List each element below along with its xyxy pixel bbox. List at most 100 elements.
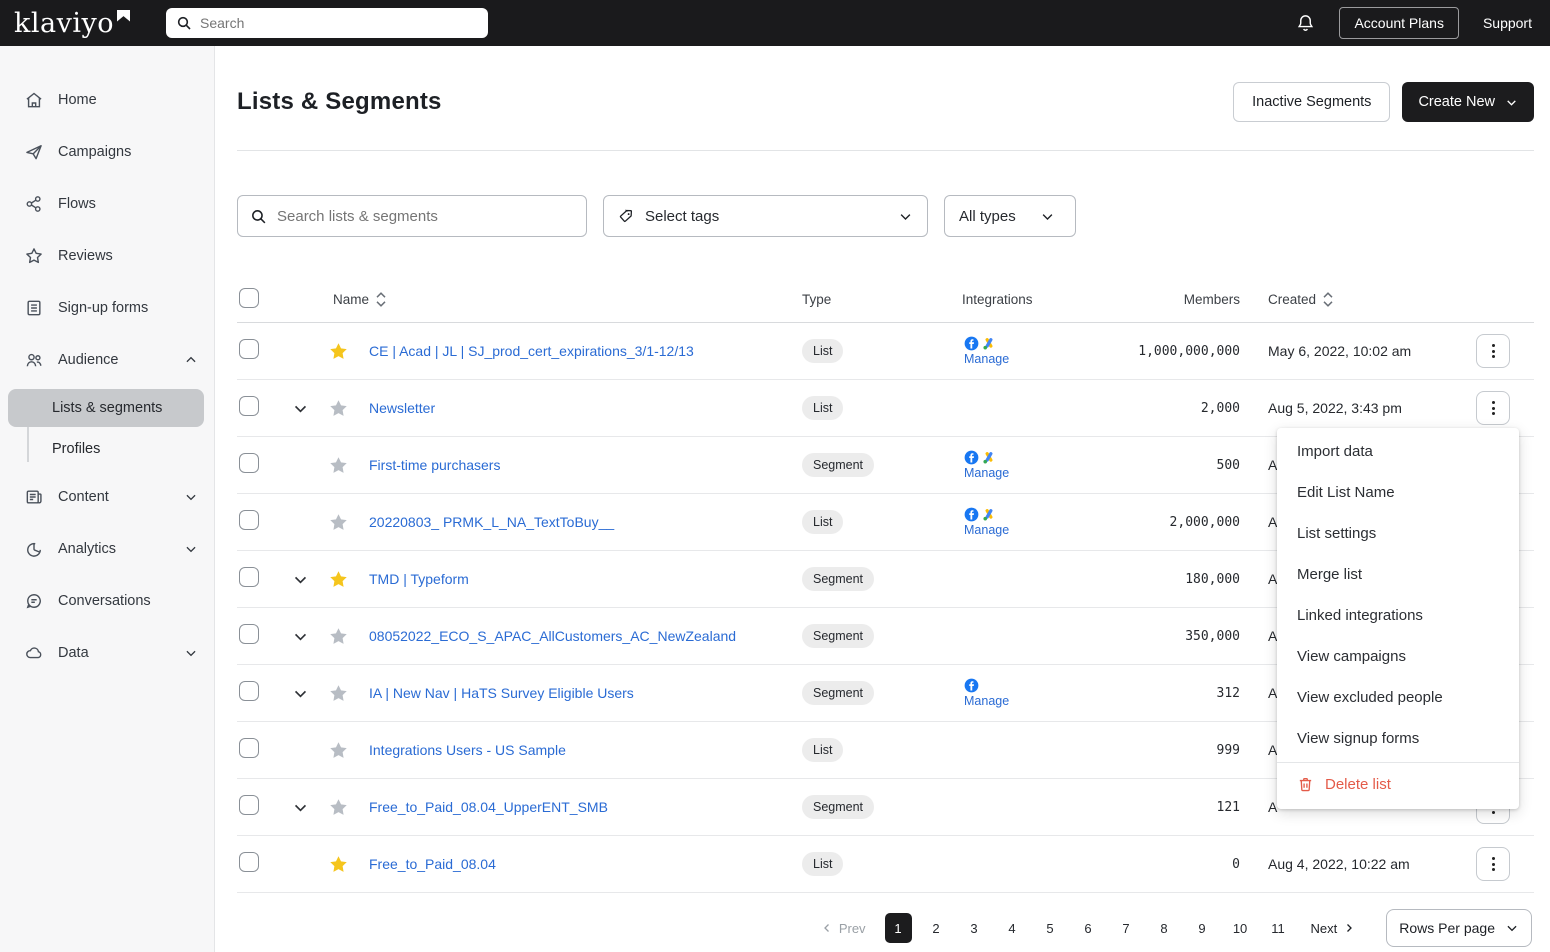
expand-chevron-icon[interactable]: [292, 799, 309, 816]
context-menu-items: Import dataEdit List NameList settingsMe…: [1277, 431, 1519, 759]
page-number-button[interactable]: 1: [885, 913, 912, 943]
page-number-button[interactable]: 2: [923, 913, 950, 943]
page-number-button[interactable]: 3: [961, 913, 988, 943]
context-menu-item[interactable]: List settings: [1277, 513, 1519, 554]
star-icon[interactable]: [328, 341, 349, 362]
list-name-link[interactable]: Free_to_Paid_08.04: [369, 856, 802, 872]
sort-icon[interactable]: [376, 292, 386, 307]
row-actions-kebab-button[interactable]: [1476, 391, 1510, 425]
select-all-checkbox[interactable]: [239, 288, 259, 308]
audience-subnav: Lists & segments Profiles: [0, 389, 214, 468]
sidebar-item-campaigns[interactable]: Campaigns: [0, 126, 214, 178]
sidebar-item-lists-segments[interactable]: Lists & segments: [8, 389, 204, 427]
support-link[interactable]: Support: [1483, 15, 1532, 31]
star-icon[interactable]: [328, 797, 349, 818]
sidebar-item-analytics[interactable]: Analytics: [0, 523, 214, 575]
context-menu-item[interactable]: Edit List Name: [1277, 472, 1519, 513]
page-number-button[interactable]: 4: [999, 913, 1026, 943]
page-number-button[interactable]: 10: [1227, 913, 1254, 943]
list-name-link[interactable]: Newsletter: [369, 400, 802, 416]
star-icon[interactable]: [328, 854, 349, 875]
list-name-link[interactable]: 20220803_ PRMK_L_NA_TextToBuy__: [369, 514, 802, 530]
row-checkbox[interactable]: [239, 567, 259, 587]
manage-integrations-link[interactable]: Manage: [964, 694, 1009, 708]
expand-chevron-icon[interactable]: [292, 400, 309, 417]
context-menu-item[interactable]: View signup forms: [1277, 718, 1519, 759]
row-checkbox[interactable]: [239, 510, 259, 530]
account-plans-button[interactable]: Account Plans: [1339, 7, 1459, 39]
star-icon[interactable]: [328, 455, 349, 476]
inactive-segments-button[interactable]: Inactive Segments: [1233, 82, 1390, 122]
list-name-link[interactable]: First-time purchasers: [369, 457, 802, 473]
column-header-name[interactable]: Name: [333, 292, 369, 307]
context-menu-item[interactable]: View excluded people: [1277, 677, 1519, 718]
sidebar-item-flows[interactable]: Flows: [0, 178, 214, 230]
page-number-button[interactable]: 5: [1037, 913, 1064, 943]
list-name-link[interactable]: TMD | Typeform: [369, 571, 802, 587]
star-icon[interactable]: [328, 569, 349, 590]
notifications-bell-icon[interactable]: [1296, 13, 1315, 33]
context-menu-item[interactable]: Import data: [1277, 431, 1519, 472]
column-header-created[interactable]: Created: [1268, 292, 1316, 307]
list-name-link[interactable]: 08052022_ECO_S_APAC_AllCustomers_AC_NewZ…: [369, 628, 802, 644]
expand-chevron-icon[interactable]: [292, 628, 309, 645]
star-icon[interactable]: [328, 512, 349, 533]
sidebar-item-home[interactable]: Home: [0, 74, 214, 126]
next-page-button[interactable]: Next: [1311, 921, 1356, 936]
list-name-link[interactable]: CE | Acad | JL | SJ_prod_cert_expiration…: [369, 343, 802, 359]
context-menu-item[interactable]: Linked integrations: [1277, 595, 1519, 636]
chevron-left-icon: [821, 922, 833, 934]
manage-integrations-link[interactable]: Manage: [964, 466, 1009, 480]
sidebar-item-reviews[interactable]: Reviews: [0, 230, 214, 282]
row-checkbox[interactable]: [239, 852, 259, 872]
create-new-button[interactable]: Create New: [1402, 82, 1534, 122]
global-search[interactable]: [166, 8, 488, 38]
row-checkbox[interactable]: [239, 795, 259, 815]
delete-list-menu-item[interactable]: Delete list: [1277, 762, 1519, 806]
sidebar-item-data[interactable]: Data: [0, 627, 214, 679]
star-icon[interactable]: [328, 626, 349, 647]
page-number-button[interactable]: 7: [1113, 913, 1140, 943]
row-checkbox[interactable]: [239, 339, 259, 359]
global-search-input[interactable]: [200, 15, 478, 31]
list-name-link[interactable]: Free_to_Paid_08.04_UpperENT_SMB: [369, 799, 802, 815]
row-checkbox[interactable]: [239, 624, 259, 644]
klaviyo-logo[interactable]: klaviyo: [14, 8, 130, 39]
data-cloud-icon: [24, 643, 44, 663]
row-checkbox[interactable]: [239, 396, 259, 416]
rows-per-page-dropdown[interactable]: Rows Per page: [1386, 909, 1532, 947]
page-number-button[interactable]: 8: [1151, 913, 1178, 943]
list-name-link[interactable]: IA | New Nav | HaTS Survey Eligible User…: [369, 685, 802, 701]
expand-chevron-icon[interactable]: [292, 685, 309, 702]
context-menu-item[interactable]: Merge list: [1277, 554, 1519, 595]
page-number-button[interactable]: 11: [1265, 913, 1292, 943]
star-icon[interactable]: [328, 398, 349, 419]
row-checkbox[interactable]: [239, 738, 259, 758]
star-icon[interactable]: [328, 683, 349, 704]
manage-integrations-link[interactable]: Manage: [964, 523, 1009, 537]
page-number-button[interactable]: 9: [1189, 913, 1216, 943]
all-types-dropdown[interactable]: All types: [944, 195, 1076, 237]
sort-icon[interactable]: [1323, 292, 1333, 307]
list-name-link[interactable]: Integrations Users - US Sample: [369, 742, 802, 758]
page-number-button[interactable]: 6: [1075, 913, 1102, 943]
expand-chevron-icon[interactable]: [292, 571, 309, 588]
sidebar-item-signup-forms[interactable]: Sign-up forms: [0, 282, 214, 334]
row-checkbox[interactable]: [239, 453, 259, 473]
sidebar-navigation: Home Campaigns Flows Reviews Sign-up for…: [0, 46, 215, 952]
type-badge: Segment: [802, 795, 874, 819]
sidebar-item-audience[interactable]: Audience: [0, 334, 214, 386]
sidebar-item-conversations[interactable]: Conversations: [0, 575, 214, 627]
lists-search-input[interactable]: [277, 208, 574, 225]
select-tags-dropdown[interactable]: Select tags: [603, 195, 928, 237]
lists-search-field[interactable]: [237, 195, 587, 237]
sidebar-item-content[interactable]: Content: [0, 471, 214, 523]
context-menu-item[interactable]: View campaigns: [1277, 636, 1519, 677]
row-checkbox[interactable]: [239, 681, 259, 701]
row-actions-kebab-button[interactable]: [1476, 334, 1510, 368]
star-icon[interactable]: [328, 740, 349, 761]
sidebar-item-profiles[interactable]: Profiles: [8, 430, 204, 468]
manage-integrations-link[interactable]: Manage: [964, 352, 1009, 366]
row-actions-kebab-button[interactable]: [1476, 847, 1510, 881]
prev-page-button[interactable]: Prev: [821, 921, 866, 936]
